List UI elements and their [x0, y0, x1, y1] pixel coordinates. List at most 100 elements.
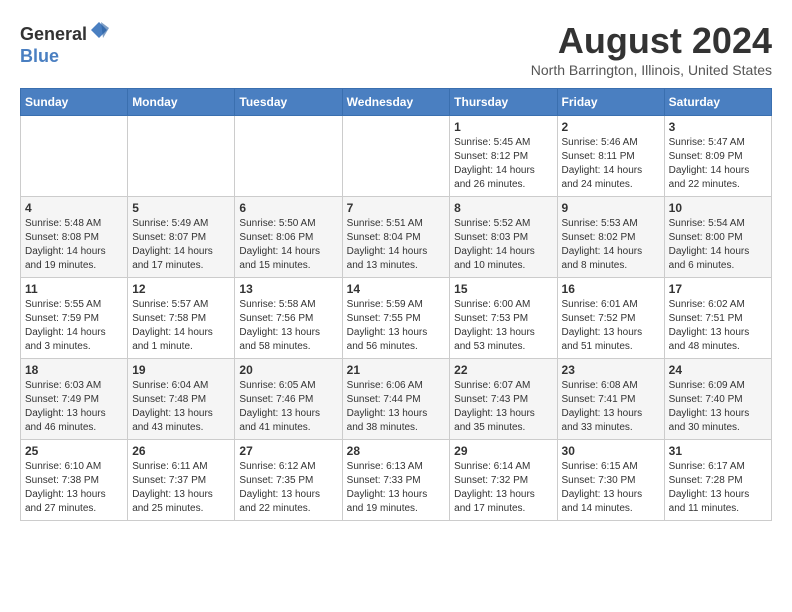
day-info: Sunrise: 5:51 AM Sunset: 8:04 PM Dayligh… — [347, 217, 446, 273]
calendar-cell: 20 Sunrise: 6:05 AM Sunset: 7:46 PM Dayli… — [235, 359, 342, 440]
calendar-cell: 24Sunrise: 6:09 AM Sunset: 7:40 PM Dayli… — [664, 359, 771, 440]
weekday-header: Saturday — [664, 89, 771, 116]
calendar-week-row: 4 Sunrise: 5:48 AM Sunset: 8:08 PM Daylig… — [21, 197, 772, 278]
calendar-cell: 14 Sunrise: 5:59 AM Sunset: 7:55 PM Dayli… — [342, 278, 450, 359]
day-number: 19 — [132, 363, 230, 377]
day-number: 13 — [239, 282, 337, 296]
day-number: 18 — [25, 363, 123, 377]
calendar-cell: 17 Sunrise: 6:02 AM Sunset: 7:51 PM Dayli… — [664, 278, 771, 359]
calendar-cell: 28Sunrise: 6:13 AM Sunset: 7:33 PM Dayli… — [342, 440, 450, 521]
day-info: Sunrise: 5:46 AM Sunset: 8:11 PM Dayligh… — [562, 136, 660, 192]
day-info: Sunrise: 6:17 AM Sunset: 7:28 PM Dayligh… — [669, 460, 767, 516]
day-info: Sunrise: 5:55 AM Sunset: 7:59 PM Dayligh… — [25, 298, 123, 354]
weekday-header: Monday — [128, 89, 235, 116]
day-number: 11 — [25, 282, 123, 296]
day-info: Sunrise: 5:50 AM Sunset: 8:06 PM Dayligh… — [239, 217, 337, 273]
calendar-cell: 5 Sunrise: 5:49 AM Sunset: 8:07 PM Daylig… — [128, 197, 235, 278]
day-info: Sunrise: 6:10 AM Sunset: 7:38 PM Dayligh… — [25, 460, 123, 516]
day-number: 23 — [562, 363, 660, 377]
calendar-cell: 16 Sunrise: 6:01 AM Sunset: 7:52 PM Dayli… — [557, 278, 664, 359]
calendar-cell: 23Sunrise: 6:08 AM Sunset: 7:41 PM Dayli… — [557, 359, 664, 440]
day-info: Sunrise: 5:47 AM Sunset: 8:09 PM Dayligh… — [669, 136, 767, 192]
day-number: 30 — [562, 444, 660, 458]
day-number: 16 — [562, 282, 660, 296]
calendar-cell: 29 Sunrise: 6:14 AM Sunset: 7:32 PM Dayli… — [450, 440, 557, 521]
day-info: Sunrise: 6:11 AM Sunset: 7:37 PM Dayligh… — [132, 460, 230, 516]
day-number: 17 — [669, 282, 767, 296]
calendar-cell: 4 Sunrise: 5:48 AM Sunset: 8:08 PM Daylig… — [21, 197, 128, 278]
weekday-header: Sunday — [21, 89, 128, 116]
day-number: 26 — [132, 444, 230, 458]
day-info: Sunrise: 6:14 AM Sunset: 7:32 PM Dayligh… — [454, 460, 552, 516]
day-number: 27 — [239, 444, 337, 458]
day-info: Sunrise: 6:12 AM Sunset: 7:35 PM Dayligh… — [239, 460, 337, 516]
title-block: August 2024 North Barrington, Illinois, … — [531, 20, 772, 78]
calendar-cell: 2 Sunrise: 5:46 AM Sunset: 8:11 PM Daylig… — [557, 116, 664, 197]
day-info: Sunrise: 6:01 AM Sunset: 7:52 PM Dayligh… — [562, 298, 660, 354]
calendar-cell: 25 Sunrise: 6:10 AM Sunset: 7:38 PM Dayli… — [21, 440, 128, 521]
page-header: General Blue August 2024 North Barringto… — [20, 20, 772, 78]
calendar-cell: 15Sunrise: 6:00 AM Sunset: 7:53 PM Dayli… — [450, 278, 557, 359]
day-info: Sunrise: 5:59 AM Sunset: 7:55 PM Dayligh… — [347, 298, 446, 354]
calendar-header-row: SundayMondayTuesdayWednesdayThursdayFrid… — [21, 89, 772, 116]
calendar-week-row: 18 Sunrise: 6:03 AM Sunset: 7:49 PM Dayli… — [21, 359, 772, 440]
calendar-cell: 27 Sunrise: 6:12 AM Sunset: 7:35 PM Dayli… — [235, 440, 342, 521]
weekday-header: Tuesday — [235, 89, 342, 116]
day-number: 14 — [347, 282, 446, 296]
weekday-header: Wednesday — [342, 89, 450, 116]
day-number: 20 — [239, 363, 337, 377]
day-info: Sunrise: 6:02 AM Sunset: 7:51 PM Dayligh… — [669, 298, 767, 354]
calendar-cell: 9 Sunrise: 5:53 AM Sunset: 8:02 PM Daylig… — [557, 197, 664, 278]
logo-blue: Blue — [20, 46, 59, 66]
day-number: 22 — [454, 363, 552, 377]
calendar-cell — [342, 116, 450, 197]
calendar-week-row: 11 Sunrise: 5:55 AM Sunset: 7:59 PM Dayli… — [21, 278, 772, 359]
day-number: 8 — [454, 201, 552, 215]
weekday-header: Thursday — [450, 89, 557, 116]
calendar-table: SundayMondayTuesdayWednesdayThursdayFrid… — [20, 88, 772, 521]
calendar-cell: 30 Sunrise: 6:15 AM Sunset: 7:30 PM Dayli… — [557, 440, 664, 521]
day-info: Sunrise: 6:05 AM Sunset: 7:46 PM Dayligh… — [239, 379, 337, 435]
logo-general: General — [20, 24, 87, 44]
calendar-cell: 19Sunrise: 6:04 AM Sunset: 7:48 PM Dayli… — [128, 359, 235, 440]
day-info: Sunrise: 6:03 AM Sunset: 7:49 PM Dayligh… — [25, 379, 123, 435]
day-number: 25 — [25, 444, 123, 458]
calendar-cell: 8 Sunrise: 5:52 AM Sunset: 8:03 PM Daylig… — [450, 197, 557, 278]
weekday-header: Friday — [557, 89, 664, 116]
calendar-cell: 13 Sunrise: 5:58 AM Sunset: 7:56 PM Dayli… — [235, 278, 342, 359]
day-number: 28 — [347, 444, 446, 458]
day-number: 2 — [562, 120, 660, 134]
day-info: Sunrise: 6:06 AM Sunset: 7:44 PM Dayligh… — [347, 379, 446, 435]
calendar-cell — [128, 116, 235, 197]
logo: General Blue — [20, 20, 109, 67]
day-info: Sunrise: 6:07 AM Sunset: 7:43 PM Dayligh… — [454, 379, 552, 435]
calendar-cell — [21, 116, 128, 197]
day-number: 10 — [669, 201, 767, 215]
day-number: 6 — [239, 201, 337, 215]
day-number: 7 — [347, 201, 446, 215]
calendar-cell — [235, 116, 342, 197]
day-info: Sunrise: 5:45 AM Sunset: 8:12 PM Dayligh… — [454, 136, 552, 192]
day-info: Sunrise: 5:53 AM Sunset: 8:02 PM Dayligh… — [562, 217, 660, 273]
day-info: Sunrise: 5:58 AM Sunset: 7:56 PM Dayligh… — [239, 298, 337, 354]
day-number: 29 — [454, 444, 552, 458]
calendar-cell: 1 Sunrise: 5:45 AM Sunset: 8:12 PM Daylig… — [450, 116, 557, 197]
logo-icon — [89, 20, 109, 40]
calendar-cell: 12Sunrise: 5:57 AM Sunset: 7:58 PM Dayli… — [128, 278, 235, 359]
day-number: 4 — [25, 201, 123, 215]
day-info: Sunrise: 5:57 AM Sunset: 7:58 PM Dayligh… — [132, 298, 230, 354]
location-title: North Barrington, Illinois, United State… — [531, 62, 772, 78]
day-info: Sunrise: 6:15 AM Sunset: 7:30 PM Dayligh… — [562, 460, 660, 516]
day-info: Sunrise: 5:48 AM Sunset: 8:08 PM Dayligh… — [25, 217, 123, 273]
day-info: Sunrise: 5:52 AM Sunset: 8:03 PM Dayligh… — [454, 217, 552, 273]
day-info: Sunrise: 5:49 AM Sunset: 8:07 PM Dayligh… — [132, 217, 230, 273]
day-number: 31 — [669, 444, 767, 458]
calendar-cell: 31 Sunrise: 6:17 AM Sunset: 7:28 PM Dayli… — [664, 440, 771, 521]
day-number: 15 — [454, 282, 552, 296]
day-number: 5 — [132, 201, 230, 215]
calendar-cell: 3 Sunrise: 5:47 AM Sunset: 8:09 PM Daylig… — [664, 116, 771, 197]
day-number: 1 — [454, 120, 552, 134]
day-number: 9 — [562, 201, 660, 215]
day-number: 3 — [669, 120, 767, 134]
calendar-cell: 11 Sunrise: 5:55 AM Sunset: 7:59 PM Dayli… — [21, 278, 128, 359]
